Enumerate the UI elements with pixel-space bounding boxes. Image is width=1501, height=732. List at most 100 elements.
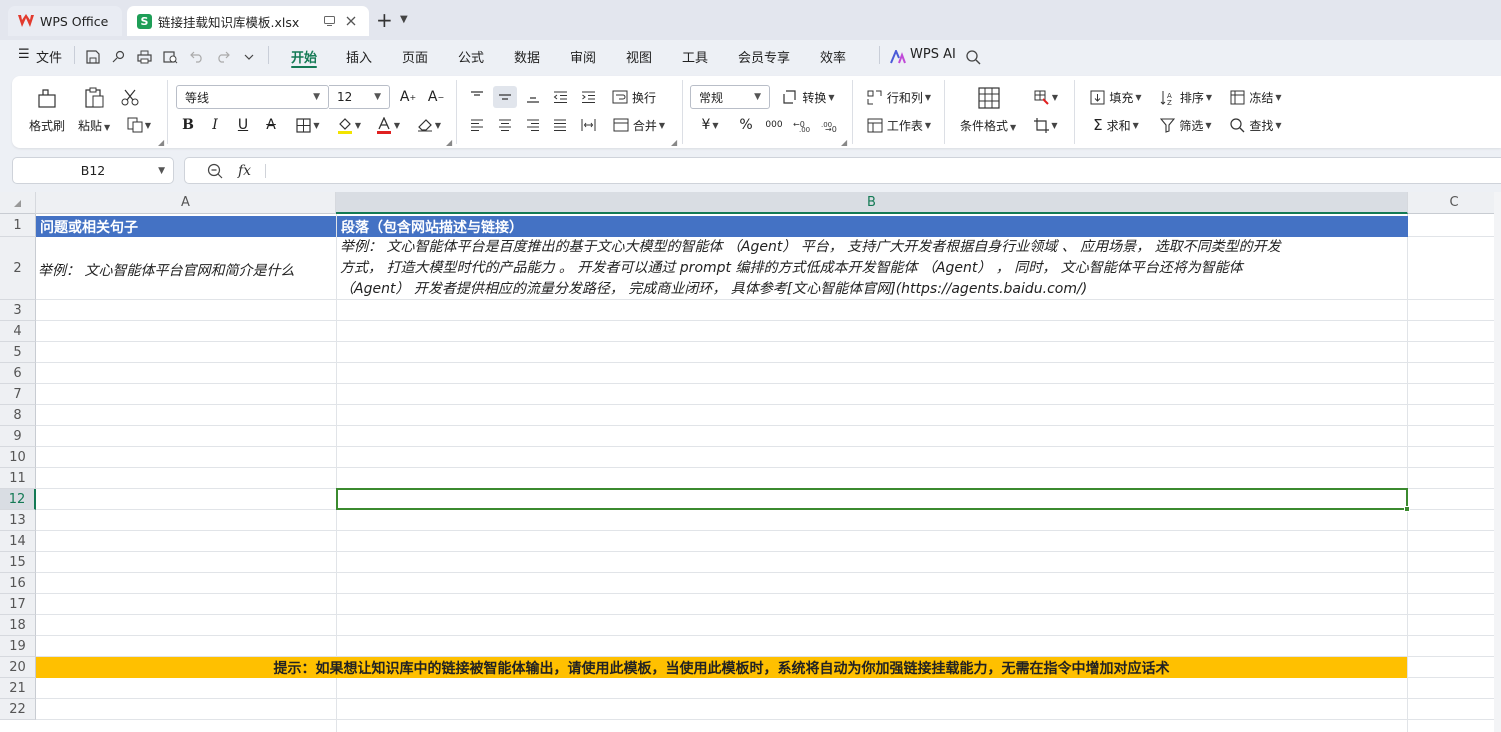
cell-b1[interactable]: 段落（包含网站描述与链接） (337, 216, 1408, 237)
row-header-9[interactable]: 9 (0, 426, 36, 447)
active-cell-selection[interactable] (336, 488, 1408, 510)
menu-wps-ai[interactable]: WPS AI (910, 47, 956, 62)
column-header-a[interactable]: A (36, 192, 336, 214)
undo-icon[interactable] (188, 48, 206, 66)
format-painter-icon[interactable] (33, 85, 61, 111)
cell-a1[interactable]: 问题或相关句子 (36, 216, 336, 237)
align-top-icon[interactable] (466, 86, 488, 108)
row-header-16[interactable]: 16 (0, 573, 36, 594)
font-color-button[interactable]: ▼ (371, 114, 405, 136)
currency-format-button[interactable]: ¥ ▼ (694, 114, 726, 136)
cell-a20-tip-merged[interactable]: 提示：如果想让知识库中的链接被智能体输出，请使用此模板，当使用此模板时，系统将自… (36, 657, 1407, 678)
sort-button[interactable]: AZ 排序 ▼ (1157, 86, 1215, 108)
conditional-format-icon[interactable] (975, 85, 1003, 111)
print-icon[interactable] (135, 48, 153, 66)
align-left-icon[interactable] (466, 114, 488, 136)
name-box[interactable]: B12 ▼ (12, 157, 174, 184)
align-right-icon[interactable] (522, 114, 544, 136)
row-header-4[interactable]: 4 (0, 321, 36, 342)
row-header-10[interactable]: 10 (0, 447, 36, 468)
row-header-1[interactable]: 1 (0, 214, 36, 237)
row-header-5[interactable]: 5 (0, 342, 36, 363)
close-tab-icon[interactable] (343, 13, 359, 29)
row-header-7[interactable]: 7 (0, 384, 36, 405)
conditional-format-button[interactable]: 条件格式 ▼ (960, 117, 1016, 134)
decrease-indent-icon[interactable] (549, 86, 571, 108)
row-header-14[interactable]: 14 (0, 531, 36, 552)
menu-tab-page[interactable]: 页面 (402, 47, 428, 66)
window-restore-icon[interactable] (321, 13, 337, 29)
row-header-2[interactable]: 2 (0, 237, 36, 300)
row-header-17[interactable]: 17 (0, 594, 36, 615)
alignment-dialog-launcher-icon[interactable]: ◢ (671, 138, 677, 147)
wps-ai-icon[interactable] (889, 48, 907, 66)
row-header-13[interactable]: 13 (0, 510, 36, 531)
menu-tab-view[interactable]: 视图 (626, 47, 652, 66)
align-middle-icon[interactable] (493, 86, 517, 108)
redo-icon[interactable] (214, 48, 232, 66)
new-tab-plus-icon[interactable]: + (376, 10, 393, 30)
format-painter-button[interactable]: 格式刷 (29, 117, 65, 134)
row-header-6[interactable]: 6 (0, 363, 36, 384)
menu-tab-review[interactable]: 审阅 (570, 47, 596, 66)
row-header-22[interactable]: 22 (0, 699, 36, 720)
copy-button[interactable]: ▼ (122, 114, 156, 136)
row-header-18[interactable]: 18 (0, 615, 36, 636)
tab-wps-office[interactable]: WPS Office (8, 6, 122, 36)
formula-input[interactable]: fx (184, 157, 1501, 184)
row-header-20[interactable]: 20 (0, 657, 36, 678)
cut-icon[interactable] (119, 86, 141, 108)
font-name-select[interactable]: 等线 ▼ (176, 85, 329, 109)
clipboard-dialog-launcher-icon[interactable]: ◢ (158, 138, 164, 147)
decrease-decimal-icon[interactable]: .00 →0 (819, 114, 841, 136)
chevron-down-icon[interactable] (240, 48, 258, 66)
tab-spreadsheet[interactable]: S 链接挂载知识库模板.xlsx (127, 6, 369, 36)
menu-tab-efficiency[interactable]: 效率 (820, 47, 846, 66)
decrease-font-size-icon[interactable]: A − (425, 86, 447, 108)
increase-indent-icon[interactable] (577, 86, 599, 108)
wrap-text-button[interactable]: 换行 (609, 86, 659, 108)
thousands-separator-icon[interactable]: 000 (763, 114, 785, 136)
convert-button[interactable]: 转换 ▼ (779, 86, 839, 108)
cell-style-button[interactable]: ▼ (1030, 86, 1062, 108)
row-header-12[interactable]: 12 (0, 489, 36, 510)
menu-file[interactable]: 文件 (36, 47, 62, 66)
menu-tab-membership[interactable]: 会员专享 (738, 47, 790, 66)
font-size-select[interactable]: 12 ▼ (329, 85, 390, 109)
menu-tab-formula[interactable]: 公式 (458, 47, 484, 66)
justify-icon[interactable] (549, 114, 571, 136)
paste-icon[interactable] (80, 85, 108, 111)
row-header-8[interactable]: 8 (0, 405, 36, 426)
row-header-21[interactable]: 21 (0, 678, 36, 699)
fill-handle[interactable] (1404, 506, 1410, 512)
crop-button[interactable]: ▼ (1030, 114, 1062, 136)
rows-columns-button[interactable]: 行和列 ▼ (863, 86, 935, 108)
menu-tab-home[interactable]: 开始 (291, 47, 317, 66)
sum-button[interactable]: Σ 求和 ▼ (1087, 114, 1145, 136)
search-icon[interactable] (964, 48, 982, 66)
row-header-3[interactable]: 3 (0, 300, 36, 321)
share-icon[interactable] (109, 48, 127, 66)
column-header-c[interactable]: C (1408, 192, 1501, 214)
fill-color-button[interactable]: ▼ (332, 114, 366, 136)
bold-icon[interactable]: B (178, 114, 198, 136)
distributed-align-icon[interactable] (577, 114, 599, 136)
menu-tab-tools[interactable]: 工具 (682, 47, 708, 66)
strikethrough-icon[interactable]: A (261, 114, 281, 136)
align-bottom-icon[interactable] (522, 86, 544, 108)
insert-function-icon[interactable]: fx (238, 163, 251, 179)
menu-tab-insert[interactable]: 插入 (346, 47, 372, 66)
worksheet-button[interactable]: 工作表 ▼ (863, 114, 935, 136)
increase-font-size-icon[interactable]: A + (397, 86, 419, 108)
font-dialog-launcher-icon[interactable]: ◢ (446, 138, 452, 147)
column-header-b[interactable]: B (336, 192, 1408, 214)
freeze-panes-button[interactable]: 冻结 ▼ (1227, 86, 1285, 108)
menu-tab-data[interactable]: 数据 (514, 47, 540, 66)
zoom-icon[interactable] (207, 163, 223, 179)
borders-button[interactable]: ▼ (291, 114, 325, 136)
save-icon[interactable] (84, 48, 102, 66)
chevron-down-icon[interactable]: ▼ (158, 166, 165, 176)
hamburger-menu-icon[interactable]: ☰ (18, 47, 30, 62)
clear-format-button[interactable]: ▼ (412, 114, 446, 136)
print-preview-icon[interactable] (161, 48, 179, 66)
